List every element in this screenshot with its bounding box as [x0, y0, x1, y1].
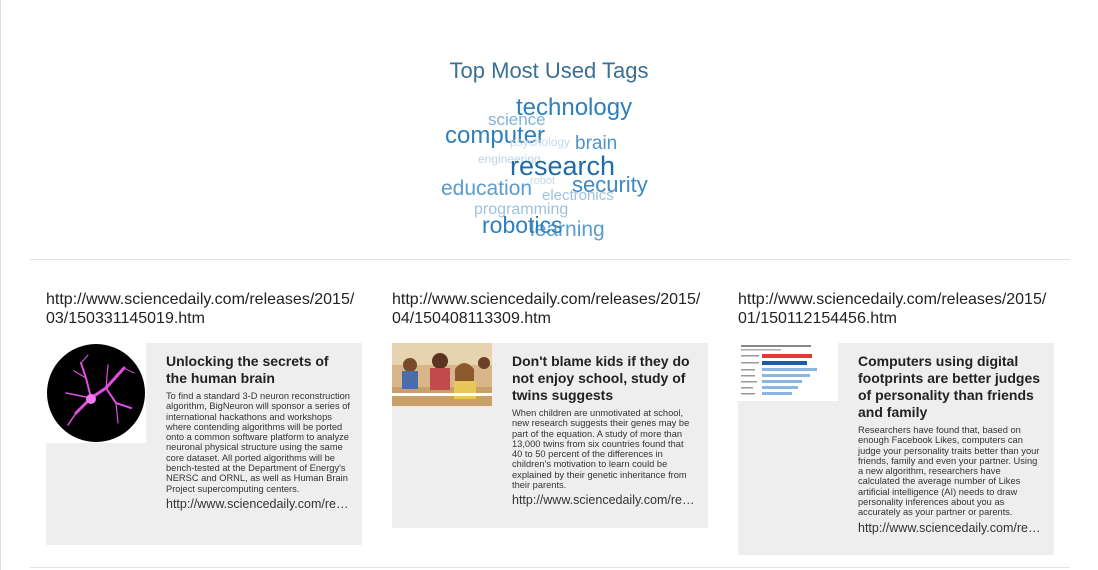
article-card-3: http://www.sciencedaily.com/releases/201…	[738, 290, 1054, 555]
left-border	[0, 0, 1, 570]
article-url[interactable]: http://www.sciencedaily.com/releases/201…	[392, 290, 708, 328]
article-url[interactable]: http://www.sciencedaily.com/releases/201…	[46, 290, 362, 328]
article-description: To find a standard 3-D neuron reconstruc…	[166, 391, 350, 494]
article-headline[interactable]: Unlocking the secrets of the human brain	[166, 353, 350, 387]
tag-robot[interactable]: robot	[530, 176, 555, 187]
neuron-thumbnail	[46, 343, 146, 443]
tag-robotics[interactable]: robotics	[482, 214, 563, 237]
article-preview[interactable]: Don't blame kids if they do not enjoy sc…	[392, 343, 708, 528]
article-link[interactable]: http://www.sciencedaily.com/releases/201…	[166, 497, 350, 512]
tag-cloud: technology science computer psychology b…	[430, 92, 690, 242]
divider-top	[30, 259, 1070, 260]
tag-education[interactable]: education	[441, 178, 532, 199]
article-description: Researchers have found that, based on en…	[858, 425, 1040, 518]
bar-chart-thumbnail	[738, 343, 838, 401]
article-link[interactable]: http://www.sciencedaily.com/releases/201…	[512, 493, 696, 508]
article-url[interactable]: http://www.sciencedaily.com/releases/201…	[738, 290, 1054, 328]
tag-psychology[interactable]: psychology	[510, 136, 570, 148]
article-description: When children are unmotivated at school,…	[512, 408, 690, 491]
classroom-thumbnail	[392, 343, 492, 406]
article-card-2: http://www.sciencedaily.com/releases/201…	[392, 290, 708, 528]
article-preview[interactable]: Computers using digital footprints are b…	[738, 343, 1054, 555]
divider-bottom	[30, 567, 1070, 568]
page-title: Top Most Used Tags	[449, 58, 649, 83]
article-headline[interactable]: Don't blame kids if they do not enjoy sc…	[512, 353, 696, 404]
article-link[interactable]: http://www.sciencedaily.com/releases/201…	[858, 521, 1042, 536]
article-card-1: http://www.sciencedaily.com/releases/201…	[46, 290, 362, 545]
article-preview[interactable]: Unlocking the secrets of the human brain…	[46, 343, 362, 545]
article-headline[interactable]: Computers using digital footprints are b…	[858, 353, 1042, 421]
